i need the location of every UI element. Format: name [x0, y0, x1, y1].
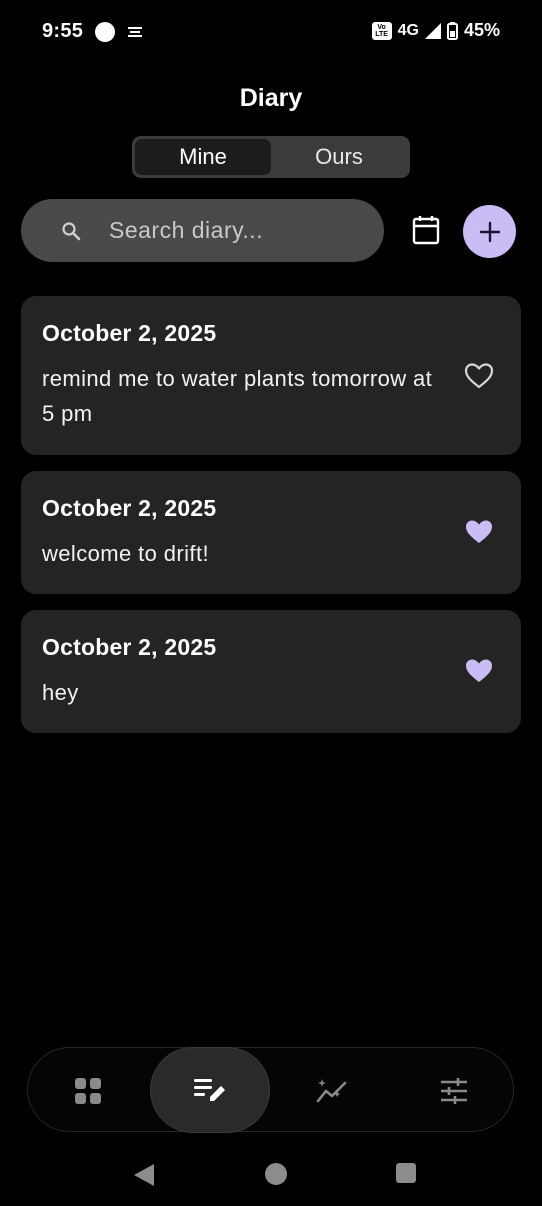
page-title: Diary [239, 84, 303, 112]
back-icon[interactable] [132, 1162, 156, 1188]
heart-filled-icon[interactable] [464, 518, 494, 546]
entry-text: remind me to water plants tomorrow at 5 … [42, 366, 433, 426]
tab-ours[interactable]: Ours [271, 139, 407, 175]
heart-filled-icon[interactable] [464, 657, 494, 685]
plus-icon [479, 221, 500, 242]
edit-note-icon [194, 1079, 225, 1101]
diary-scope-toggle: Mine Ours [132, 136, 410, 178]
signal-icon [424, 22, 441, 39]
volte-icon: Vo LTE [371, 21, 392, 40]
calendar-icon [412, 216, 440, 245]
home-icon[interactable] [264, 1162, 288, 1186]
nav-diary[interactable] [150, 1047, 270, 1133]
search-input[interactable] [109, 199, 369, 262]
notification-app-icon [128, 27, 142, 37]
nav-dashboard[interactable] [28, 1048, 148, 1133]
network-type: 4G [397, 21, 419, 39]
entry-date: October 2, 2025 [42, 320, 217, 346]
entry-text: welcome to drift! [42, 541, 209, 566]
heart-outline-icon[interactable] [464, 362, 494, 390]
volte-top-label: Vo [377, 23, 386, 31]
entry-text: hey [42, 680, 79, 705]
add-entry-button[interactable] [463, 205, 516, 258]
search-icon [62, 222, 81, 241]
sparkle-chart-icon [316, 1078, 347, 1102]
system-navigation-bar [0, 1150, 542, 1206]
nav-insights[interactable] [272, 1048, 392, 1133]
grid-icon [75, 1077, 101, 1104]
recents-icon[interactable] [395, 1162, 417, 1184]
battery-percent: 45% [463, 20, 500, 40]
entry-date: October 2, 2025 [42, 495, 217, 521]
status-bar: 9:55 Vo LTE 4G 45% [0, 0, 542, 64]
entry-date: October 2, 2025 [42, 634, 217, 660]
status-indicators: Vo LTE 4G 45% [371, 20, 500, 41]
notification-dot-icon [95, 22, 115, 42]
tab-mine[interactable]: Mine [135, 139, 271, 175]
search-bar [21, 199, 384, 262]
diary-entry-card[interactable]: October 2, 2025 welcome to drift! [21, 471, 521, 594]
volte-bottom-label: LTE [375, 30, 388, 38]
bottom-navigation [27, 1047, 514, 1133]
nav-settings[interactable] [394, 1048, 514, 1133]
battery-icon [446, 21, 458, 40]
calendar-button[interactable] [406, 210, 446, 250]
diary-entry-card[interactable]: October 2, 2025 remind me to water plant… [21, 296, 521, 455]
diary-entry-card[interactable]: October 2, 2025 hey [21, 610, 521, 733]
status-time: 9:55 [42, 20, 84, 42]
sliders-icon [441, 1077, 467, 1104]
